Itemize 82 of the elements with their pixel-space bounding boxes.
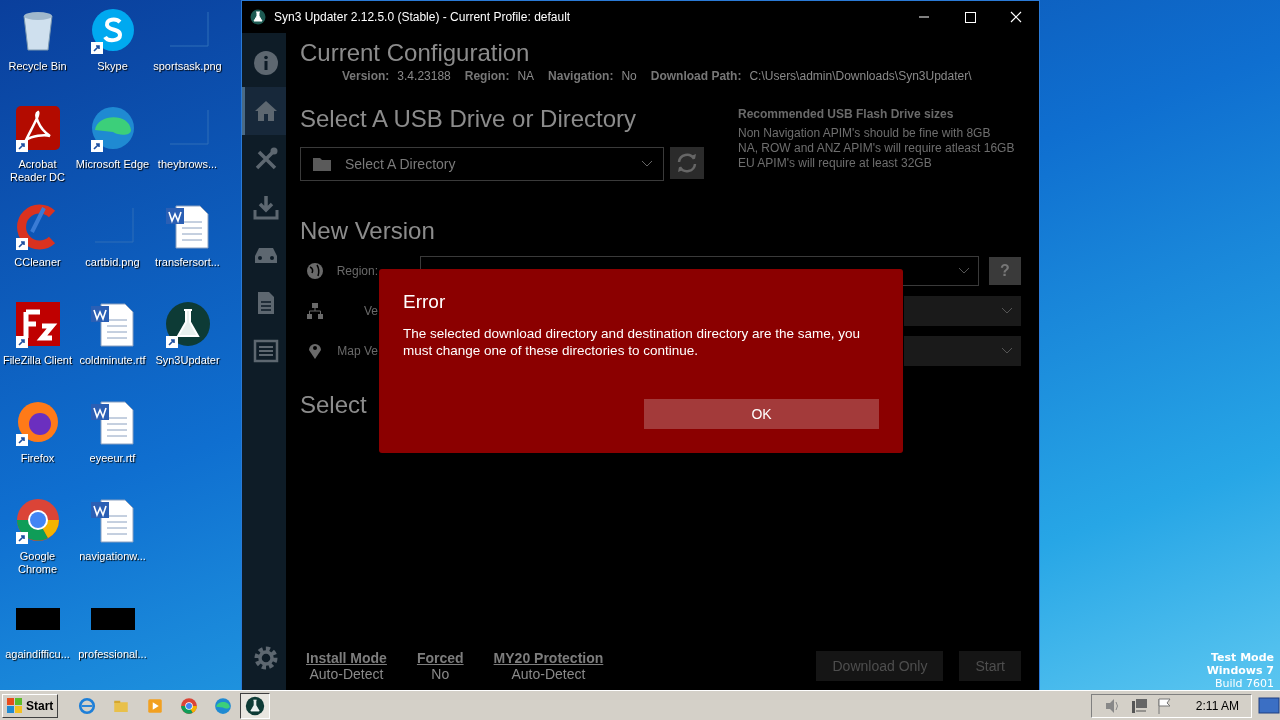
chevron-icon <box>641 160 653 168</box>
desktop-icon[interactable]: coldminute.rtf <box>75 298 150 396</box>
word-icon <box>88 496 137 544</box>
acrobat-icon <box>13 104 62 152</box>
config-value: NA <box>517 69 535 83</box>
desktop-icon[interactable]: professional... <box>75 592 150 690</box>
show-desktop-button[interactable] <box>1258 695 1280 716</box>
media-icon <box>146 696 165 715</box>
filezilla-icon <box>13 300 62 348</box>
directory-dropdown[interactable]: Select A Directory <box>300 147 664 181</box>
clock[interactable]: 2:11 AM <box>1195 698 1239 713</box>
desktop-icon[interactable]: CCleaner <box>0 200 75 298</box>
chevron-icon <box>1001 347 1013 355</box>
config-value: C:\Users\admin\Downloads\Syn3Updater\ <box>749 69 972 83</box>
taskbar-button[interactable] <box>240 692 271 719</box>
recommendation-text: Non Navigation APIM's should be fine with 8GB <box>738 126 992 141</box>
config-label: Navigation: <box>548 69 614 83</box>
flask-icon <box>163 300 212 348</box>
sidebar-item[interactable] <box>242 87 286 135</box>
desktop-icon[interactable]: FileZilla Client <box>0 298 75 396</box>
section-heading: Current Configuration <box>300 38 531 68</box>
hierarchy-icon <box>306 302 324 320</box>
field-label: Region: <box>335 264 378 278</box>
info-icon <box>252 50 279 76</box>
desktop-icon[interactable]: Google Chrome <box>0 494 75 592</box>
desktop-icon[interactable]: Recycle Bin <box>0 4 75 102</box>
option-link[interactable]: Install Mode <box>306 650 387 666</box>
ok-button[interactable]: OK <box>644 399 879 429</box>
desktop-icon[interactable]: cartbid.png <box>75 200 150 298</box>
dialog-message: The selected download directory and destination directory are the same, you must change one of these directories to continue. <box>403 325 861 359</box>
word-icon <box>163 202 212 250</box>
option-value: No <box>431 666 450 682</box>
recommendation-title: Recommended USB Flash Drive sizes <box>738 107 955 122</box>
flask-icon <box>245 695 266 716</box>
recommendation-text: EU APIM's will require at least 32GB <box>738 156 933 171</box>
settings-icon <box>252 645 279 671</box>
config-label: Version: <box>342 69 390 83</box>
desktop-icon[interactable]: Acrobat Reader DC <box>0 102 75 200</box>
folder-icon <box>313 157 331 171</box>
app-logo-icon <box>250 9 266 25</box>
section-heading: Select A USB Drive or Directory <box>300 104 638 134</box>
chevron-icon <box>958 267 970 275</box>
section-heading: Select <box>300 390 367 420</box>
chevron-icon <box>1001 307 1013 315</box>
start-button[interactable]: Start <box>2 693 59 718</box>
desktop-icon[interactable]: Firefox <box>0 396 75 494</box>
flag-icon[interactable] <box>1155 696 1174 715</box>
desktop-icon[interactable]: navigationw... <box>75 494 150 592</box>
dialog-title: Error <box>403 291 446 313</box>
list-icon <box>252 338 279 364</box>
config-label: Download Path: <box>650 69 742 83</box>
window-title: Syn3 Updater 2.12.5.0 (Stable) - Current Profile: default <box>274 10 572 24</box>
system-info-text: Test Mode <box>1211 651 1274 664</box>
desktop-icon[interactable]: theybrows... <box>150 102 225 200</box>
option-value: Auto-Detect <box>511 666 586 682</box>
desktop-icon[interactable]: Microsoft Edge <box>75 102 150 200</box>
system-info-text: Build 7601 <box>1214 677 1274 690</box>
field-label: Ve <box>363 304 378 318</box>
desktop-icon[interactable]: Syn3Updater <box>150 298 225 396</box>
windows-logo-icon <box>7 697 23 714</box>
refresh-button[interactable] <box>670 147 704 179</box>
map-pin-icon <box>306 342 324 360</box>
recommendation-text: NA, ROW and ANZ APIM's will require atleast 16GB <box>738 141 1015 156</box>
option-link[interactable]: Forced <box>416 650 464 666</box>
network-icon[interactable] <box>1129 696 1148 715</box>
option-link[interactable]: MY20 Protection <box>493 650 604 666</box>
field-label: Map Ve <box>336 344 378 358</box>
word-icon <box>88 398 137 446</box>
download-icon <box>252 194 279 220</box>
system-info-text: Windows 7 <box>1206 664 1274 677</box>
section-heading: New Version <box>300 216 436 246</box>
option-value: Auto-Detect <box>309 666 384 682</box>
desktop-icon[interactable]: Skype <box>75 4 150 102</box>
config-label: Region: <box>464 69 510 83</box>
chrome-icon <box>180 696 199 715</box>
desktop-icon[interactable]: sportsask.png <box>150 4 225 102</box>
desktop-icon[interactable]: transfersort... <box>150 200 225 298</box>
config-value: 3.4.23188 <box>397 69 451 83</box>
config-value: No <box>621 69 637 83</box>
desktop-icon[interactable]: againdifficu... <box>0 592 75 690</box>
word-icon <box>88 300 137 348</box>
desktop-icon[interactable]: eyeeur.rtf <box>75 396 150 494</box>
